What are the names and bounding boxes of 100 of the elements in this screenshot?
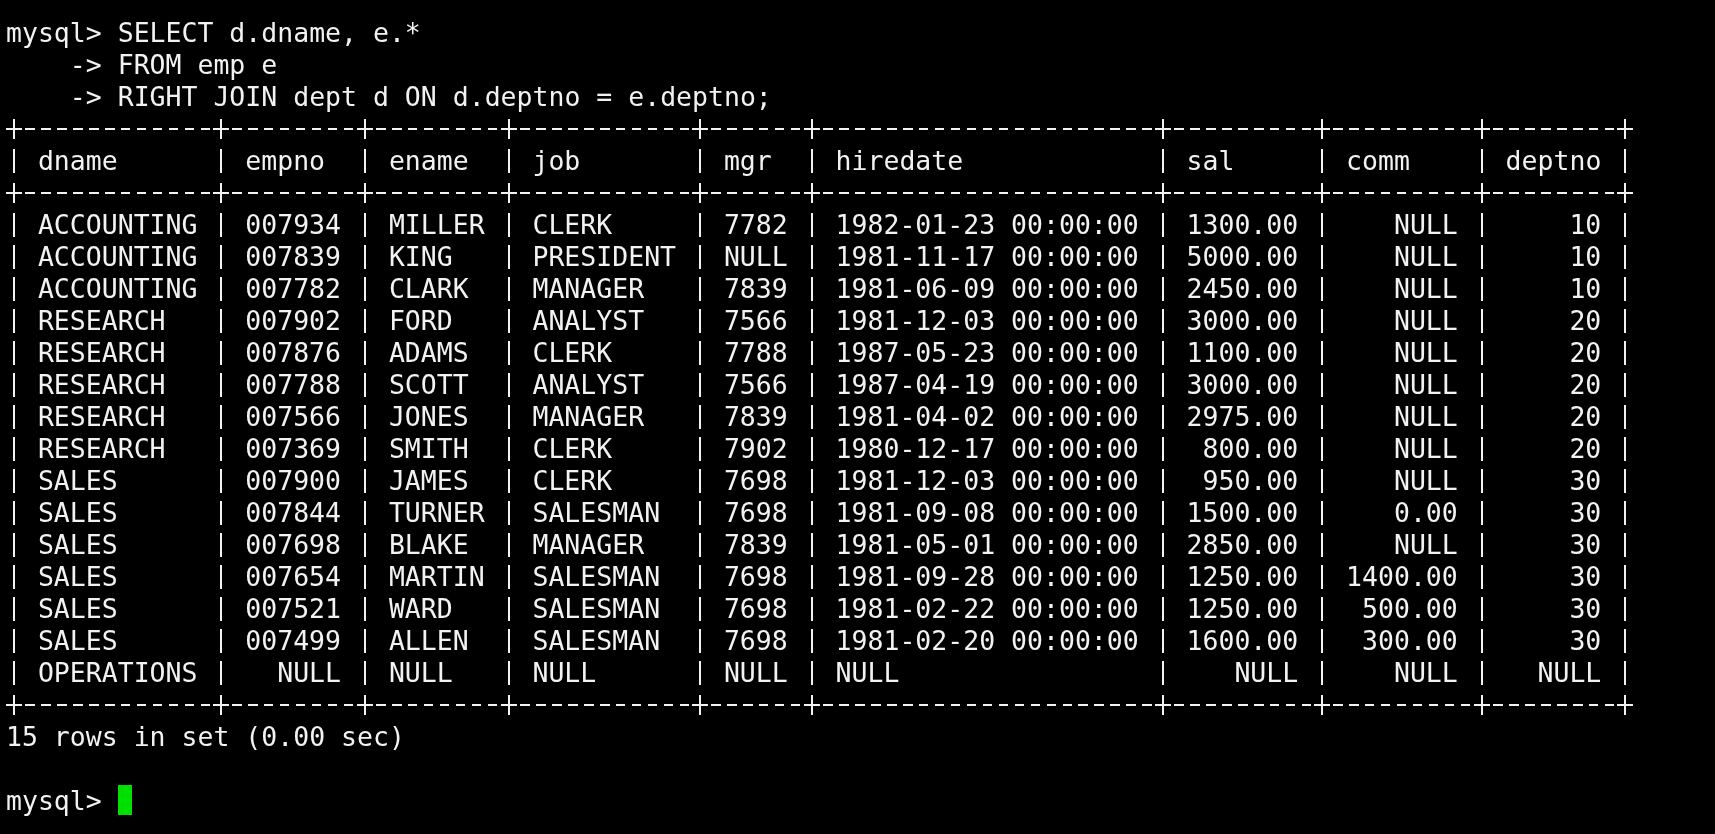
table-cell-text: 1987-04-19 00:00:00 — [834, 369, 1140, 401]
table-cell-text: 007566 — [244, 401, 343, 433]
table-cell-text: 7839 — [722, 401, 789, 433]
column-header: job — [531, 145, 582, 177]
table-cell-text: BLAKE — [387, 529, 470, 561]
table-cell-text: 10 — [1568, 273, 1603, 305]
table-cell-text: ACCOUNTING — [36, 241, 199, 273]
table-cell-text: 1250.00 — [1185, 561, 1300, 593]
table-cell-text: 3000.00 — [1185, 305, 1300, 337]
table-cell-text: 3000.00 — [1185, 369, 1300, 401]
table-cell-text: 007876 — [244, 337, 343, 369]
table-cell-text: 500.00 — [1361, 593, 1459, 625]
table-cell-text: CLERK — [531, 337, 614, 369]
column-header: hiredate — [834, 145, 965, 177]
table-cell-text: 7902 — [722, 433, 789, 465]
table-cell-text: OPERATIONS — [36, 657, 199, 689]
table-cell-text: 20 — [1568, 305, 1603, 337]
table-cell-text: 1100.00 — [1185, 337, 1300, 369]
table-cell-text: 7839 — [722, 273, 789, 305]
command-line: mysql> SELECT d.dname, e.* — [6, 17, 421, 49]
table-cell-text: 007369 — [244, 433, 343, 465]
shell-prompt: mysql> — [6, 785, 102, 817]
table-cell-text: 800.00 — [1201, 433, 1300, 465]
table-cell-text: 1981-11-17 00:00:00 — [834, 241, 1140, 273]
table-cell-text: RESEARCH — [36, 337, 167, 369]
table-cell-text: CLERK — [531, 209, 614, 241]
table-cell-text: 30 — [1568, 625, 1603, 657]
table-cell-text: 1981-06-09 00:00:00 — [834, 273, 1140, 305]
table-cell-text: WARD — [387, 593, 454, 625]
table-cell-text: SALES — [36, 529, 119, 561]
table-cell-text: NULL — [834, 657, 901, 689]
table-cell-text: 1500.00 — [1185, 497, 1300, 529]
table-cell-text: 1981-02-22 00:00:00 — [834, 593, 1140, 625]
table-cell-text: 007839 — [244, 241, 343, 273]
table-cell-text: SCOTT — [387, 369, 470, 401]
table-cell-text: SALESMAN — [531, 561, 662, 593]
table-cell-text: 950.00 — [1201, 465, 1300, 497]
table-cell-text: 007934 — [244, 209, 343, 241]
column-header: mgr — [722, 145, 773, 177]
table-cell-text: NULL — [1392, 657, 1459, 689]
table-cell-text: KING — [387, 241, 454, 273]
table-cell-text: 7788 — [722, 337, 789, 369]
table-cell-text: ALLEN — [387, 625, 470, 657]
table-cell-text: 1982-01-23 00:00:00 — [834, 209, 1140, 241]
table-cell-text: NULL — [1392, 401, 1459, 433]
table-cell-text: 1600.00 — [1185, 625, 1300, 657]
table-cell-text: ACCOUNTING — [36, 209, 199, 241]
table-cell-text: 7782 — [722, 209, 789, 241]
table-cell-text: 007521 — [244, 593, 343, 625]
table-cell-text: 1300.00 — [1185, 209, 1300, 241]
table-cell-text: NULL — [1392, 305, 1459, 337]
table-cell-text: SALES — [36, 593, 119, 625]
table-cell-text: FORD — [387, 305, 454, 337]
table-cell-text: 30 — [1568, 497, 1603, 529]
table-cell-text: MANAGER — [531, 401, 646, 433]
table-cell-text: SALESMAN — [531, 625, 662, 657]
table-cell-text: 7698 — [722, 561, 789, 593]
table-cell-text: SALESMAN — [531, 593, 662, 625]
table-cell-text: JONES — [387, 401, 470, 433]
table-cell-text: 10 — [1568, 209, 1603, 241]
result-summary: 15 rows in set (0.00 sec) — [6, 721, 405, 753]
table-cell-text: 7698 — [722, 465, 789, 497]
table-cell-text: SALES — [36, 497, 119, 529]
table-cell-text: NULL — [1233, 657, 1300, 689]
table-cell-text: MARTIN — [387, 561, 486, 593]
table-cell-text: 7839 — [722, 529, 789, 561]
column-header: empno — [244, 145, 327, 177]
table-cell-text: SALESMAN — [531, 497, 662, 529]
table-cell-text: 1250.00 — [1185, 593, 1300, 625]
table-cell-text: 007902 — [244, 305, 343, 337]
table-cell-text: CLERK — [531, 433, 614, 465]
table-cell-text: 1981-09-08 00:00:00 — [834, 497, 1140, 529]
table-cell-text: 007499 — [244, 625, 343, 657]
table-cell-text: SALES — [36, 465, 119, 497]
table-cell-text: 7698 — [722, 497, 789, 529]
table-cell-text: MANAGER — [531, 273, 646, 305]
table-cell-text: 1981-05-01 00:00:00 — [834, 529, 1140, 561]
column-header: dname — [36, 145, 119, 177]
column-header: comm — [1345, 145, 1411, 177]
table-cell-text: 1981-04-02 00:00:00 — [834, 401, 1140, 433]
table-cell-text: RESEARCH — [36, 305, 167, 337]
table-cell-text: CLERK — [531, 465, 614, 497]
table-cell-text: 20 — [1568, 401, 1603, 433]
table-cell-text: SALES — [36, 625, 119, 657]
command-line: -> RIGHT JOIN dept d ON d.deptno = e.deptno; — [68, 81, 772, 113]
table-cell-text: 007844 — [244, 497, 343, 529]
table-cell-text: 1981-12-03 00:00:00 — [834, 465, 1140, 497]
table-cell-text: PRESIDENT — [531, 241, 678, 273]
table-cell-text: 007900 — [244, 465, 343, 497]
table-cell-text: ANALYST — [531, 369, 646, 401]
column-header: sal — [1185, 145, 1236, 177]
table-cell-text: 20 — [1568, 433, 1603, 465]
table-cell-text: ADAMS — [387, 337, 470, 369]
table-cell-text: SMITH — [387, 433, 470, 465]
table-cell-text: 10 — [1568, 241, 1603, 273]
table-cell-text: NULL — [1392, 433, 1459, 465]
table-cell-text: 30 — [1568, 561, 1603, 593]
table-cell-text: NULL — [531, 657, 598, 689]
table-cell-text: NULL — [722, 241, 789, 273]
table-cell-text: 5000.00 — [1185, 241, 1300, 273]
